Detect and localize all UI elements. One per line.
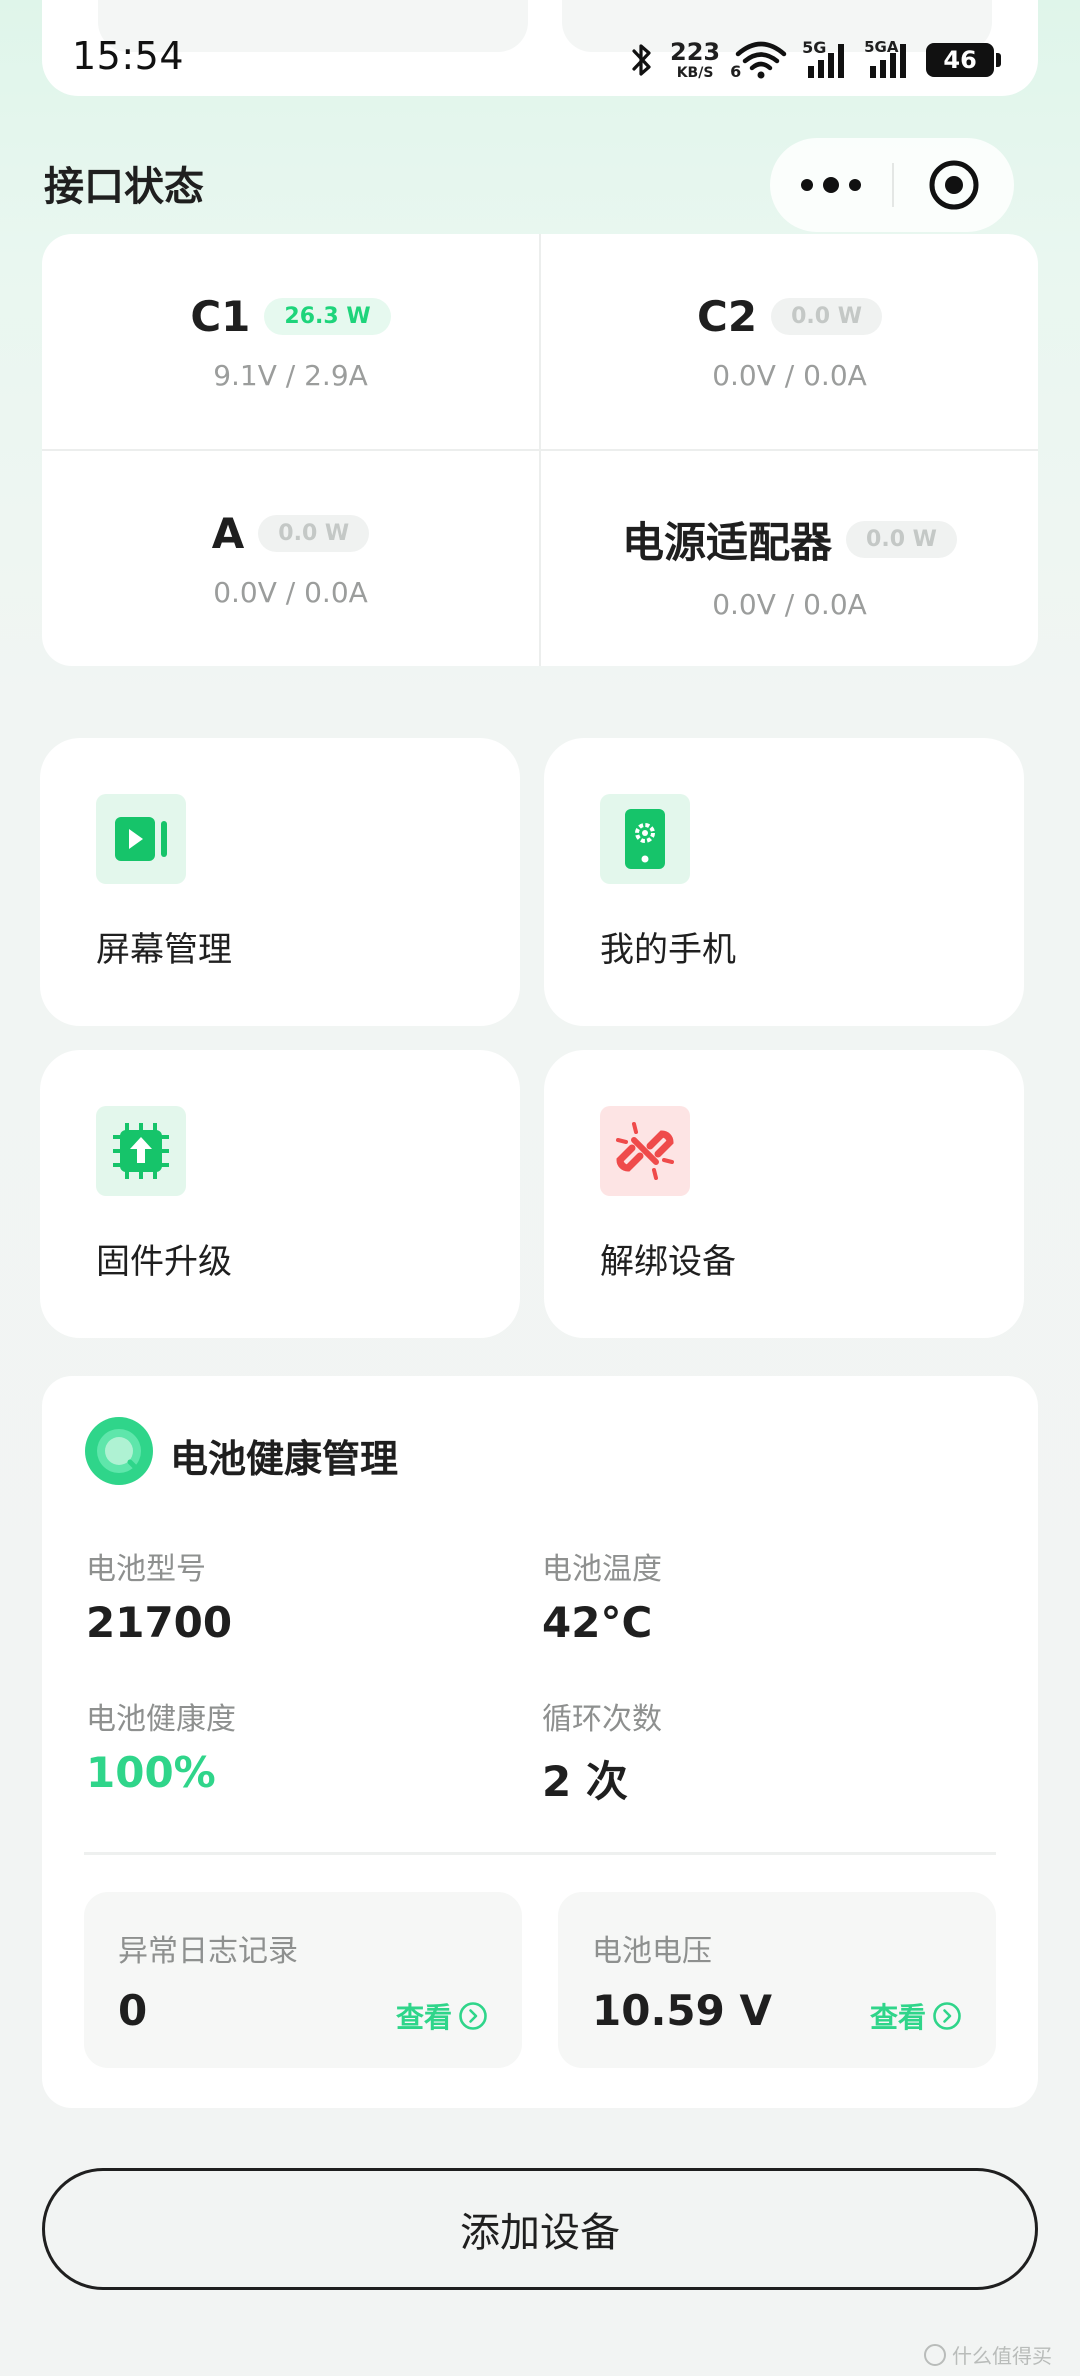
cycle-count-value: 2 次 bbox=[542, 1757, 628, 1806]
watermark-text: 什么值得买 bbox=[952, 2344, 1052, 2368]
page-title: 接口状态 bbox=[44, 164, 204, 210]
watermark: 什么值得买 bbox=[924, 2340, 1052, 2369]
miniapp-capsule bbox=[770, 138, 1014, 232]
signal-icon: 5GA bbox=[864, 38, 912, 80]
wifi-icon: 6 bbox=[730, 40, 788, 81]
my-phone-tile[interactable]: 我的手机 bbox=[544, 738, 1024, 1026]
battery-voltage-value: 10.59 V bbox=[592, 1986, 772, 2035]
tile-label: 我的手机 bbox=[600, 930, 736, 970]
battery-health-logo-icon bbox=[84, 1416, 154, 1486]
status-time: 15:54 bbox=[72, 34, 185, 78]
view-link-text: 查看 bbox=[869, 2001, 926, 2034]
tile-label: 解绑设备 bbox=[600, 1242, 736, 1282]
port-adapter: 电源适配器 0.0 W 0.0V / 0.0A bbox=[541, 451, 1038, 666]
battery-health-value: 100% bbox=[86, 1748, 216, 1797]
port-voltage-current: 9.1V / 2.9A bbox=[213, 359, 368, 392]
port-status-card: C1 26.3 W 9.1V / 2.9A C2 0.0 W 0.0V / 0.… bbox=[42, 234, 1038, 666]
battery-model-value: 21700 bbox=[86, 1598, 233, 1647]
firmware-upgrade-tile[interactable]: 固件升级 bbox=[40, 1050, 520, 1338]
port-name: A bbox=[211, 509, 245, 558]
tile-label: 屏幕管理 bbox=[96, 930, 232, 970]
battery-divider bbox=[84, 1852, 996, 1855]
port-name: C1 bbox=[190, 292, 251, 341]
battery-icon: 46 bbox=[926, 43, 1002, 77]
error-log-value: 0 bbox=[118, 1986, 148, 2035]
watermark-logo-icon bbox=[924, 2343, 946, 2366]
battery-model-label: 电池型号 bbox=[86, 1552, 206, 1587]
battery-health-title: 电池健康管理 bbox=[170, 1437, 399, 1481]
unlink-icon bbox=[600, 1106, 690, 1196]
port-power-badge: 0.0 W bbox=[258, 515, 370, 552]
battery-health-card: 电池健康管理 电池型号 21700 电池温度 42°C 电池健康度 100% 循… bbox=[42, 1376, 1038, 2108]
port-power-badge: 0.0 W bbox=[771, 298, 882, 335]
status-icons: 223 KB/S 6 5G 5GA 46 bbox=[628, 34, 1002, 86]
net-speed: 223 KB/S bbox=[670, 40, 720, 80]
error-log-card: 异常日志记录 0 查看 bbox=[84, 1892, 522, 2068]
target-circle-icon[interactable] bbox=[894, 158, 1014, 212]
battery-voltage-card: 电池电压 10.59 V 查看 bbox=[558, 1892, 996, 2068]
battery-level: 46 bbox=[943, 46, 977, 74]
port-name: 电源适配器 bbox=[622, 518, 833, 567]
bluetooth-icon bbox=[632, 44, 651, 76]
more-dots-icon[interactable] bbox=[770, 177, 892, 193]
view-error-log-link[interactable]: 查看 bbox=[396, 1996, 488, 2036]
port-c1: C1 26.3 W 9.1V / 2.9A bbox=[42, 234, 539, 449]
battery-temp-label: 电池温度 bbox=[542, 1552, 662, 1587]
net-speed-value: 223 bbox=[670, 38, 721, 66]
grid-divider bbox=[42, 449, 1038, 451]
port-voltage-current: 0.0V / 0.0A bbox=[712, 359, 867, 392]
port-power-badge: 26.3 W bbox=[264, 298, 391, 335]
port-voltage-current: 0.0V / 0.0A bbox=[213, 576, 368, 609]
screen-management-tile[interactable]: 屏幕管理 bbox=[40, 738, 520, 1026]
battery-voltage-label: 电池电压 bbox=[592, 1934, 712, 1969]
unbind-device-tile[interactable]: 解绑设备 bbox=[544, 1050, 1024, 1338]
chip-upgrade-icon bbox=[96, 1106, 186, 1196]
port-a: A 0.0 W 0.0V / 0.0A bbox=[42, 451, 539, 666]
net-speed-unit: KB/S bbox=[676, 65, 714, 81]
add-device-button[interactable]: 添加设备 bbox=[42, 2168, 1038, 2290]
error-log-label: 异常日志记录 bbox=[118, 1934, 298, 1969]
signal-icon: 5G bbox=[802, 38, 850, 80]
port-power-badge: 0.0 W bbox=[846, 521, 957, 558]
chevron-right-circle-icon bbox=[459, 2002, 487, 2030]
phone-settings-icon bbox=[600, 794, 690, 884]
tile-label: 固件升级 bbox=[96, 1242, 232, 1282]
wifi-badge: 6 bbox=[730, 62, 742, 81]
port-voltage-current: 0.0V / 0.0A bbox=[712, 588, 867, 621]
cycle-count-label: 循环次数 bbox=[542, 1702, 662, 1737]
battery-health-label: 电池健康度 bbox=[86, 1702, 236, 1737]
chevron-right-circle-icon bbox=[933, 2002, 961, 2030]
port-c2: C2 0.0 W 0.0V / 0.0A bbox=[541, 234, 1038, 449]
view-voltage-link[interactable]: 查看 bbox=[870, 1996, 962, 2036]
port-name: C2 bbox=[697, 292, 758, 341]
view-link-text: 查看 bbox=[395, 2001, 452, 2034]
screen-play-icon bbox=[96, 794, 186, 884]
battery-temp-value: 42°C bbox=[542, 1598, 653, 1647]
